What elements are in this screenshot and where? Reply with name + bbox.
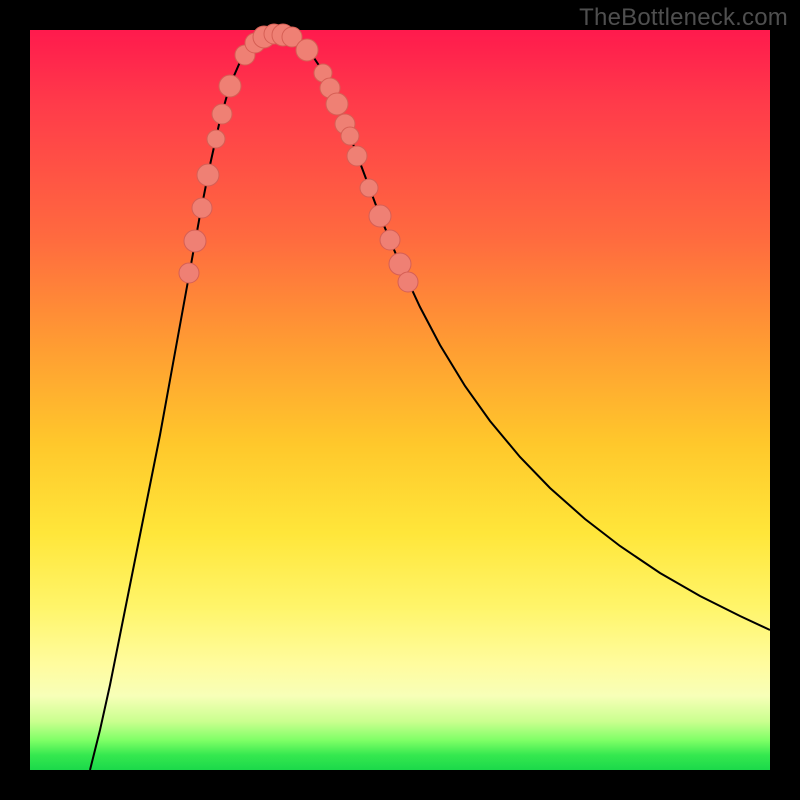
scatter-point [296,39,318,61]
scatter-points-group [179,24,418,292]
scatter-point [380,230,400,250]
scatter-point [197,164,219,186]
scatter-point [184,230,206,252]
scatter-point [326,93,348,115]
scatter-point [207,130,225,148]
scatter-point [360,179,378,197]
chart-frame: TheBottleneck.com [0,0,800,800]
watermark-text: TheBottleneck.com [579,4,788,32]
bottleneck-curve [90,34,770,770]
scatter-point [212,104,232,124]
scatter-point [192,198,212,218]
chart-svg [30,30,770,770]
scatter-point [219,75,241,97]
scatter-point [369,205,391,227]
plot-area [30,30,770,770]
scatter-point [398,272,418,292]
scatter-point [347,146,367,166]
scatter-point [179,263,199,283]
scatter-point [341,127,359,145]
